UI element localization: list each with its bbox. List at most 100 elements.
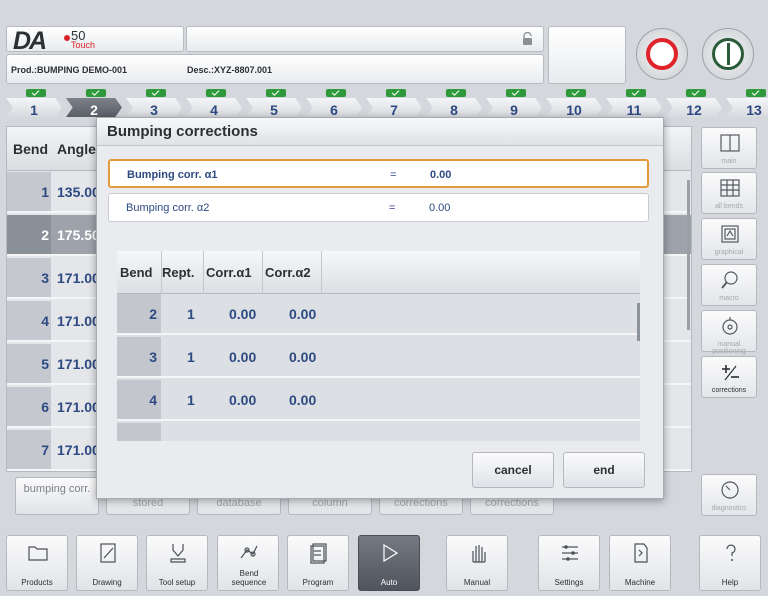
products-button[interactable]: Products	[6, 535, 68, 591]
corr-a1-cell: 0.00	[229, 392, 257, 408]
graphical-button[interactable]: graphical	[701, 218, 757, 260]
logo-dot	[64, 35, 70, 41]
all-bends-button[interactable]: all bends	[701, 172, 757, 214]
bend-cell: 6	[7, 387, 51, 426]
check-icon	[326, 89, 346, 97]
angle-cell: 171.00	[57, 399, 100, 415]
program-icon	[310, 543, 327, 564]
bend-tab-6[interactable]: 6	[306, 88, 366, 118]
bend-tab-2[interactable]: 2	[66, 88, 126, 118]
macro-button[interactable]: macro	[701, 264, 757, 306]
side-button-label: macro	[719, 295, 739, 302]
bend-tab-9[interactable]: 9	[486, 88, 546, 118]
tool-setup-button[interactable]: Tool setup	[146, 535, 208, 591]
manual-positioning-button[interactable]: manual positioning	[701, 310, 757, 355]
bend-tab-3[interactable]: 3	[126, 88, 186, 118]
rept-cell: 1	[187, 392, 195, 408]
check-icon	[386, 89, 406, 97]
bend-tab-number: 13	[746, 102, 762, 118]
check-icon	[146, 89, 166, 97]
corrections-button[interactable]: corrections	[701, 356, 757, 398]
check-icon	[566, 89, 586, 97]
bend-cell: 7	[7, 430, 51, 469]
bend-tab-number: 12	[686, 102, 702, 118]
bumping-corr-a1-field[interactable]: Bumping corr. α1 = 0.00	[108, 159, 649, 188]
bend-tab-12[interactable]: 12	[666, 88, 726, 118]
angle-cell: 171.00	[57, 356, 100, 372]
bend-column-header: Bend	[120, 265, 153, 280]
end-button[interactable]: end	[563, 452, 645, 488]
table-row[interactable]: 3 1 0.00 0.00	[117, 337, 640, 378]
angle-cell: 171.00	[57, 442, 100, 458]
toolbar-button-label: Machine	[624, 578, 656, 587]
cancel-button[interactable]: cancel	[472, 452, 554, 488]
logo-touch: Touch	[71, 40, 96, 50]
rept-cell: 1	[187, 306, 195, 322]
bend-tab-number: 10	[566, 102, 582, 118]
status-bar	[186, 26, 544, 52]
diagnostics-button[interactable]: diagnostics	[701, 474, 757, 516]
product-info: Prod.:BUMPING DEMO-001 Desc.:XYZ-8807.00…	[6, 54, 544, 84]
plus-minus-icon	[722, 365, 739, 381]
corr-a2-column-header: Corr.α2	[265, 265, 311, 280]
program-button[interactable]: Program	[287, 535, 349, 591]
bend-tab-number: 1	[30, 102, 38, 118]
bend-cell: 3	[117, 337, 161, 376]
lock-icon[interactable]	[522, 32, 533, 46]
bend-tab-8[interactable]: 8	[426, 88, 486, 118]
manual-button[interactable]: Manual	[446, 535, 508, 591]
toolbar-button-label: Tool setup	[158, 578, 196, 587]
table-row[interactable]: 4 1 0.00 0.00	[117, 380, 640, 421]
auto-button[interactable]: Auto	[358, 535, 420, 591]
help-button[interactable]: Help	[699, 535, 761, 591]
machine-icon	[634, 543, 648, 563]
corrections-table-scrollbar[interactable]	[637, 303, 640, 341]
folder-icon	[28, 546, 48, 561]
check-icon	[506, 89, 526, 97]
bend-cell: 1	[7, 172, 51, 211]
bend-tab-4[interactable]: 4	[186, 88, 246, 118]
bend-tab-10[interactable]: 10	[546, 88, 606, 118]
app-window: DA 50 Touch Prod.:BUMPING DEMO-001 Desc.…	[0, 0, 768, 615]
bend-tab-5[interactable]: 5	[246, 88, 306, 118]
drawing-button[interactable]: Drawing	[76, 535, 138, 591]
bend-tab-1[interactable]: 1	[6, 88, 66, 118]
bend-cell: 3	[7, 258, 51, 297]
rept-column-header: Rept.	[162, 265, 195, 280]
bend-tab-number: 7	[390, 102, 398, 118]
bend-tab-7[interactable]: 7	[366, 88, 426, 118]
check-icon	[686, 89, 706, 97]
side-button-label: diagnostics	[711, 505, 747, 512]
bumping-corr-a2-field[interactable]: Bumping corr. α2 = 0.00	[108, 193, 649, 222]
toolbar-button-label: Program	[302, 578, 334, 587]
bend-sequence-button[interactable]: Bend sequence	[217, 535, 279, 591]
bend-tab-11[interactable]: 11	[606, 88, 666, 118]
bend-tab-number: 11	[626, 102, 642, 118]
param-label: Bumping corr. α1	[127, 169, 218, 181]
settings-button[interactable]: Settings	[538, 535, 600, 591]
bumping-corr-button[interactable]: bumping corr.	[15, 477, 99, 515]
table-row[interactable]: 2 1 0.00 0.00	[117, 294, 640, 335]
machine-button[interactable]: Machine	[609, 535, 671, 591]
check-icon	[266, 89, 286, 97]
toolbar-button-label: Help	[721, 578, 739, 587]
hand-icon	[472, 545, 486, 563]
stop-button[interactable]	[636, 28, 688, 80]
toolbar-button-label: Settings	[554, 578, 584, 587]
bend-tab-13[interactable]: 13	[726, 88, 768, 118]
param-label: Bumping corr. α2	[126, 202, 210, 214]
product-description: Desc.:XYZ-8807.001	[187, 65, 273, 75]
toolbar-button-label: Drawing	[92, 578, 122, 587]
play-icon	[383, 543, 399, 563]
start-button[interactable]	[702, 28, 754, 80]
bend-tab-number: 5	[270, 102, 278, 118]
side-button-label: main	[721, 158, 737, 165]
corr-a1-column-header: Corr.α1	[206, 265, 252, 280]
main-button[interactable]: main	[701, 127, 757, 169]
bend-tab-bar: 1 2 3 4 5 6 7 8 9 10 11 12 13	[0, 88, 768, 118]
bend-tab-number: 6	[330, 102, 338, 118]
bend-table-scrollbar[interactable]	[687, 180, 690, 330]
check-icon	[86, 89, 106, 97]
settings-icon	[562, 545, 578, 561]
graphical-icon	[721, 225, 739, 243]
